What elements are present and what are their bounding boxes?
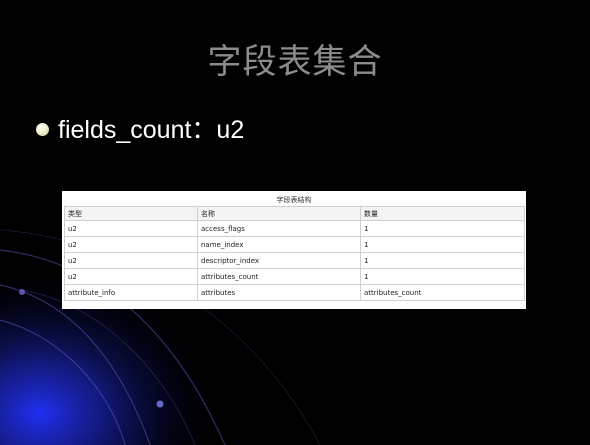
- cell-type: attribute_info: [64, 284, 198, 301]
- bullet-item: fields_count：u2: [36, 110, 244, 146]
- cell-type: u2: [64, 220, 198, 237]
- table-caption: 字段表结构: [276, 196, 312, 204]
- table-row: u2 attributes_count 1: [64, 268, 525, 285]
- slide-title: 字段表集合: [207, 42, 383, 82]
- cell-type: u2: [64, 268, 198, 285]
- cell-name: access_flags: [197, 220, 361, 237]
- cell-name: attributes_count: [197, 268, 361, 285]
- table-row: u2 access_flags 1: [64, 220, 525, 237]
- cell-count: 1: [360, 268, 525, 285]
- cell-count: 1: [360, 252, 525, 269]
- slide: 字段表集合 fields_count：u2 字段表结构 类型 名称 数量 u2 …: [0, 0, 590, 445]
- header-name: 名称: [197, 206, 361, 221]
- cell-name: name_index: [197, 236, 361, 253]
- header-count: 数量: [360, 206, 525, 221]
- bullet-dot-icon: [36, 122, 49, 136]
- header-type: 类型: [64, 206, 198, 221]
- field-table: 类型 名称 数量 u2 access_flags 1 u2 name_index…: [64, 206, 525, 301]
- table-row: u2 name_index 1: [64, 236, 525, 253]
- table-row: u2 descriptor_index 1: [64, 252, 525, 269]
- cell-type: u2: [64, 236, 198, 253]
- cell-name: descriptor_index: [197, 252, 361, 269]
- table-row: attribute_info attributes attributes_cou…: [64, 284, 525, 301]
- bullet-text: fields_count：u2: [58, 116, 245, 144]
- cell-count: 1: [360, 236, 525, 253]
- field-table-panel: 字段表结构 类型 名称 数量 u2 access_flags 1 u2 name…: [62, 191, 526, 309]
- cell-count: 1: [360, 220, 525, 237]
- cell-name: attributes: [197, 284, 361, 301]
- cell-count: attributes_count: [360, 284, 525, 301]
- cell-type: u2: [64, 252, 198, 269]
- table-header-row: 类型 名称 数量: [64, 206, 525, 221]
